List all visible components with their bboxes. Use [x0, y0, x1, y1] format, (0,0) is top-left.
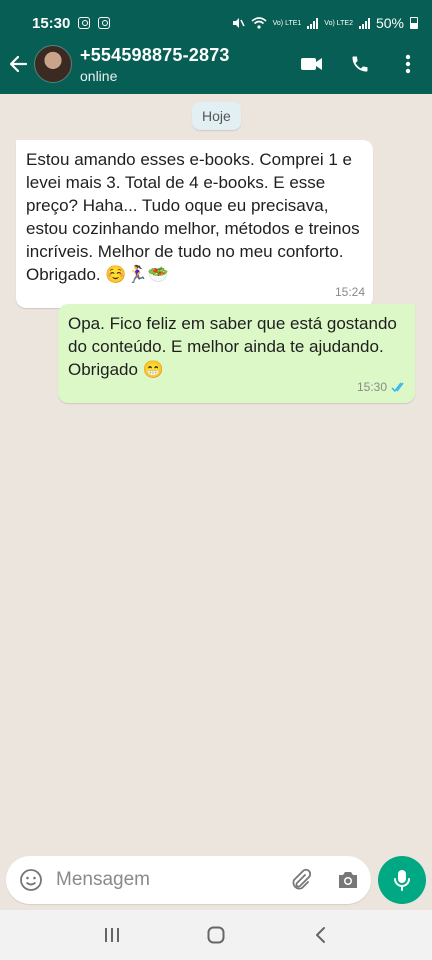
instagram-icon: [78, 17, 91, 29]
recents-icon[interactable]: [97, 920, 127, 950]
header-actions: [300, 52, 420, 76]
date-divider: Hoje: [192, 102, 241, 130]
emoji-icon[interactable]: [18, 867, 44, 893]
mute-icon: [232, 18, 245, 28]
camera-icon[interactable]: [335, 867, 361, 893]
more-options-icon[interactable]: [396, 52, 420, 76]
signal-icon: [307, 17, 319, 29]
video-call-icon[interactable]: [300, 52, 324, 76]
message-text: Estou amando esses e-books. Comprei 1 e …: [26, 150, 360, 284]
mic-button[interactable]: [378, 856, 426, 904]
message-meta: 15:24: [335, 281, 365, 304]
composer-actions: [287, 867, 361, 893]
presence-status: online: [80, 67, 118, 84]
phone-icon[interactable]: [348, 52, 372, 76]
attach-icon[interactable]: [287, 867, 313, 893]
message-input[interactable]: [56, 869, 276, 891]
status-right: Vo) LTE1 Vo) LTE2 50%: [231, 15, 418, 31]
message-time: 15:24: [334, 285, 365, 299]
message-composer: [6, 856, 371, 904]
avatar[interactable]: [34, 45, 72, 83]
status-time: 15:30: [32, 14, 71, 32]
status-left: 15:30: [32, 14, 111, 32]
mic-icon: [394, 870, 410, 891]
back-nav-icon[interactable]: [305, 920, 335, 950]
chat-area[interactable]: Hoje Estou amando esses e-books. Comprei…: [0, 94, 432, 860]
lte1-label: Vo) LTE1: [272, 19, 302, 27]
message-outgoing[interactable]: Opa. Fico feliz em saber que está gostan…: [58, 304, 415, 403]
message-time: 15:30: [356, 380, 387, 394]
message-text: Opa. Fico feliz em saber que está gostan…: [68, 314, 397, 379]
message-meta: 15:30: [357, 376, 407, 399]
message-incoming[interactable]: Estou amando esses e-books. Comprei 1 e …: [16, 140, 373, 308]
lte2-label: Vo) LTE2: [324, 19, 353, 27]
contact-info[interactable]: +554598875-2873 online: [80, 45, 230, 84]
signal-icon: [358, 17, 370, 29]
back-arrow-icon[interactable]: [6, 52, 30, 76]
read-ticks-icon: [391, 382, 404, 393]
home-icon[interactable]: [201, 920, 231, 950]
system-nav-bar: [0, 910, 432, 960]
battery-percent: 50%: [375, 15, 404, 31]
instagram-icon: [98, 17, 111, 29]
chat-header: +554598875-2873 online: [0, 34, 432, 94]
wifi-icon: [251, 16, 267, 29]
contact-name: +554598875-2873: [80, 44, 230, 65]
battery-icon: [410, 17, 418, 29]
